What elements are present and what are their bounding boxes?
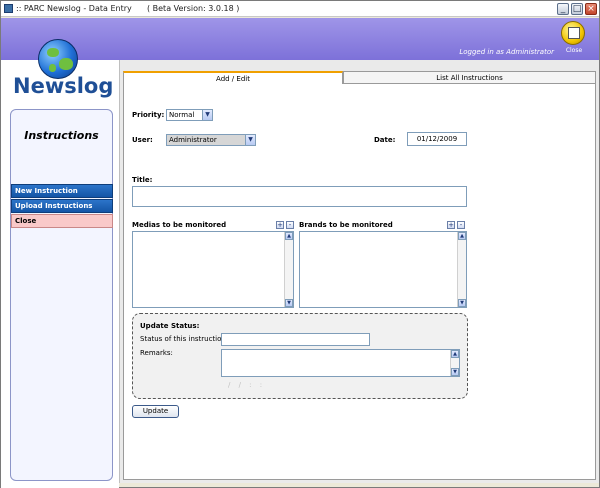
status-label: Status of this instruction <box>140 335 226 343</box>
window-title: :: PARC Newslog - Data Entry ( Beta Vers… <box>16 4 240 13</box>
title-bar: :: PARC Newslog - Data Entry ( Beta Vers… <box>1 1 599 17</box>
instruction-form: Priority: Normal ▼ User: Administrator ▼… <box>123 84 596 480</box>
sidebar-title: Instructions <box>24 129 99 142</box>
brands-label: Brands to be monitored <box>299 221 393 229</box>
chevron-down-icon[interactable]: ▼ <box>202 110 212 120</box>
app-icon <box>4 4 13 13</box>
app-header: Logged in as Administrator <box>1 18 599 60</box>
update-status-heading: Update Status: <box>140 322 200 330</box>
brands-remove-button[interactable]: - <box>457 221 465 229</box>
brands-list[interactable]: ▲ ▼ <box>299 231 467 308</box>
date-label: Date: <box>374 136 396 144</box>
tab-list-all-instructions[interactable]: List All Instructions <box>343 71 596 84</box>
date-field[interactable]: 01/12/2009 <box>407 132 467 146</box>
sidebar-item-new-instruction[interactable]: New Instruction <box>11 184 113 198</box>
priority-label: Priority: <box>132 111 165 119</box>
scroll-down-icon[interactable]: ▼ <box>458 299 466 307</box>
brand-logo-text: Newslog <box>13 74 114 98</box>
globe-logo-icon <box>38 39 78 79</box>
remarks-textarea[interactable]: ▲ ▼ <box>221 349 460 377</box>
medias-scrollbar[interactable]: ▲ ▼ <box>284 232 293 307</box>
sidebar-item-close[interactable]: Close <box>11 214 113 228</box>
logged-in-text: Logged in as Administrator <box>459 48 554 56</box>
remarks-label: Remarks: <box>140 349 173 357</box>
timestamp-placeholder: / / : : <box>228 381 266 389</box>
sidebar-panel: Instructions New Instruction Upload Inst… <box>10 109 113 481</box>
maximize-button[interactable]: □ <box>571 3 583 15</box>
chevron-down-icon[interactable]: ▼ <box>245 135 255 145</box>
status-input[interactable] <box>221 333 370 346</box>
medias-label: Medias to be monitored <box>132 221 227 229</box>
application-window: :: PARC Newslog - Data Entry ( Beta Vers… <box>0 0 600 488</box>
priority-select[interactable]: Normal ▼ <box>166 109 213 121</box>
scroll-down-icon[interactable]: ▼ <box>285 299 293 307</box>
brands-add-button[interactable]: + <box>447 221 455 229</box>
minimize-button[interactable]: _ <box>557 3 569 15</box>
title-label: Title: <box>132 176 153 184</box>
sidebar-item-upload-instructions[interactable]: Upload Instructions <box>11 199 113 213</box>
update-button[interactable]: Update <box>132 405 179 418</box>
title-input[interactable] <box>132 186 467 207</box>
close-app-icon[interactable] <box>561 21 585 45</box>
medias-remove-button[interactable]: - <box>286 221 294 229</box>
brands-scrollbar[interactable]: ▲ ▼ <box>457 232 466 307</box>
user-label: User: <box>132 136 153 144</box>
close-window-button[interactable]: × <box>585 3 597 15</box>
scroll-up-icon[interactable]: ▲ <box>458 232 466 240</box>
scroll-down-icon[interactable]: ▼ <box>451 368 459 376</box>
priority-value: Normal <box>169 111 195 119</box>
main-content: Add / Edit List All Instructions Priorit… <box>119 60 599 483</box>
scroll-up-icon[interactable]: ▲ <box>451 350 459 358</box>
medias-add-button[interactable]: + <box>276 221 284 229</box>
user-value: Administrator <box>169 136 217 144</box>
remarks-scrollbar[interactable]: ▲ ▼ <box>450 350 459 376</box>
tab-add-edit[interactable]: Add / Edit <box>123 71 343 84</box>
update-status-group: Update Status: Status of this instructio… <box>132 313 468 399</box>
medias-list[interactable]: ▲ ▼ <box>132 231 294 308</box>
sidebar: Instructions New Instruction Upload Inst… <box>1 60 119 488</box>
scroll-up-icon[interactable]: ▲ <box>285 232 293 240</box>
user-select[interactable]: Administrator ▼ <box>166 134 256 146</box>
close-app-label[interactable]: Close <box>562 47 586 54</box>
